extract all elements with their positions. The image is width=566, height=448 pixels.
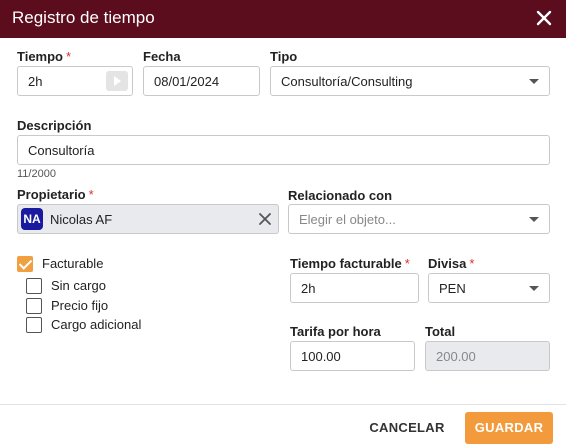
date-label: Fecha: [143, 49, 181, 64]
fixed-price-checkbox[interactable]: [26, 298, 42, 314]
chevron-down-icon: [529, 79, 539, 84]
time-input[interactable]: 2h: [17, 66, 133, 96]
description-value: Consultoría: [28, 143, 95, 158]
type-select[interactable]: Consultoría/Consulting: [270, 66, 550, 96]
footer-divider: [0, 404, 566, 405]
currency-label: Divisa *: [428, 256, 474, 271]
currency-value: PEN: [439, 281, 466, 296]
type-value: Consultoría/Consulting: [281, 74, 413, 89]
close-icon[interactable]: [530, 4, 558, 32]
description-input[interactable]: Consultoría: [17, 135, 550, 165]
required-mark: *: [404, 256, 410, 271]
owner-field[interactable]: NA Nicolas AF: [17, 204, 279, 234]
avatar: NA: [21, 208, 43, 230]
date-value: 08/01/2024: [154, 74, 220, 89]
dialog-header: Registro de tiempo: [0, 0, 566, 38]
description-label: Descripción: [17, 118, 92, 133]
date-input[interactable]: 08/01/2024: [143, 66, 260, 96]
related-placeholder: Elegir el objeto...: [299, 212, 396, 227]
related-label: Relacionado con: [288, 188, 393, 203]
dialog-title: Registro de tiempo: [12, 8, 155, 27]
no-charge-label: Sin cargo: [51, 278, 106, 293]
fixed-price-label: Precio fijo: [51, 298, 109, 313]
total-value: 200.00: [436, 349, 476, 364]
billable-checkbox[interactable]: [17, 256, 33, 272]
time-value: 2h: [28, 74, 43, 89]
total-input: 200.00: [425, 341, 550, 371]
currency-label-text: Divisa: [428, 256, 467, 271]
chevron-down-icon: [529, 286, 539, 291]
required-mark: *: [88, 187, 94, 202]
required-mark: *: [469, 256, 475, 271]
hourly-rate-value: 100.00: [301, 349, 341, 364]
billable-time-label-text: Tiempo facturable: [290, 256, 402, 271]
total-label: Total: [425, 324, 456, 339]
save-button[interactable]: GUARDAR: [465, 412, 553, 444]
chevron-down-icon: [529, 217, 539, 222]
additional-charge-checkbox[interactable]: [26, 317, 42, 333]
billable-time-label: Tiempo facturable *: [290, 256, 410, 271]
currency-select[interactable]: PEN: [428, 273, 550, 303]
required-mark: *: [66, 49, 72, 64]
time-label: Tiempo *: [17, 49, 71, 64]
owner-label-text: Propietario: [17, 187, 86, 202]
owner-name: Nicolas AF: [50, 212, 113, 227]
cancel-button[interactable]: CANCELAR: [362, 413, 452, 443]
billable-label: Facturable: [42, 256, 104, 271]
additional-charge-label: Cargo adicional: [51, 317, 142, 332]
hourly-rate-input[interactable]: 100.00: [290, 341, 415, 371]
time-label-text: Tiempo: [17, 49, 63, 64]
type-label: Tipo: [270, 49, 298, 64]
clear-icon[interactable]: [258, 212, 272, 226]
no-charge-checkbox[interactable]: [26, 278, 42, 294]
owner-label: Propietario *: [17, 187, 94, 202]
related-select[interactable]: Elegir el objeto...: [288, 204, 550, 234]
play-icon[interactable]: [106, 71, 128, 91]
description-counter: 11/2000: [17, 168, 56, 180]
billable-time-input[interactable]: 2h: [290, 273, 419, 303]
billable-time-value: 2h: [301, 281, 316, 296]
hourly-rate-label: Tarifa por hora: [290, 324, 381, 339]
